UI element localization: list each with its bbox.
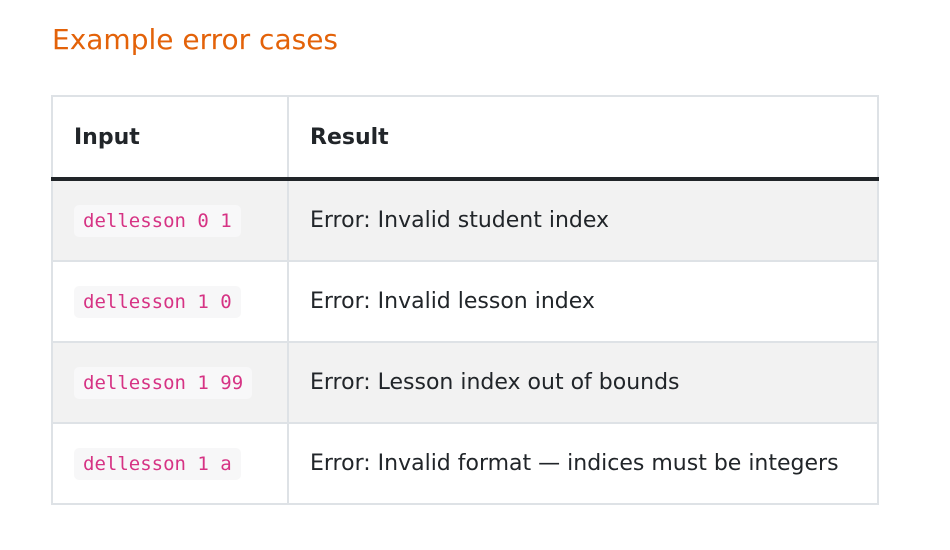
table-header: Input Result	[51, 95, 879, 181]
command-code: dellesson 0 1	[74, 204, 241, 237]
command-code: dellesson 1 0	[74, 285, 241, 318]
input-cell: dellesson 0 1	[51, 178, 289, 262]
result-cell: Error: Invalid format — indices must be …	[287, 422, 879, 505]
table-row: dellesson 1 a Error: Invalid format — in…	[51, 422, 879, 505]
header-row: Input Result	[51, 95, 879, 181]
command-code: dellesson 1 99	[74, 366, 253, 399]
input-cell: dellesson 1 0	[51, 260, 289, 343]
table-row: dellesson 1 0 Error: Invalid lesson inde…	[51, 260, 879, 343]
table-row: dellesson 0 1 Error: Invalid student ind…	[51, 178, 879, 262]
result-cell: Error: Invalid lesson index	[287, 260, 879, 343]
table-body: dellesson 0 1 Error: Invalid student ind…	[51, 178, 879, 505]
column-header-result: Result	[287, 95, 879, 181]
column-header-input: Input	[51, 95, 289, 181]
section-heading: Example error cases	[52, 23, 339, 56]
result-cell: Error: Invalid student index	[287, 178, 879, 262]
error-cases-table: Input Result dellesson 0 1 Error: Invali…	[51, 95, 879, 505]
result-cell: Error: Lesson index out of bounds	[287, 341, 879, 424]
command-code: dellesson 1 a	[74, 447, 241, 480]
table-row: dellesson 1 99 Error: Lesson index out o…	[51, 341, 879, 424]
input-cell: dellesson 1 99	[51, 341, 289, 424]
input-cell: dellesson 1 a	[51, 422, 289, 505]
